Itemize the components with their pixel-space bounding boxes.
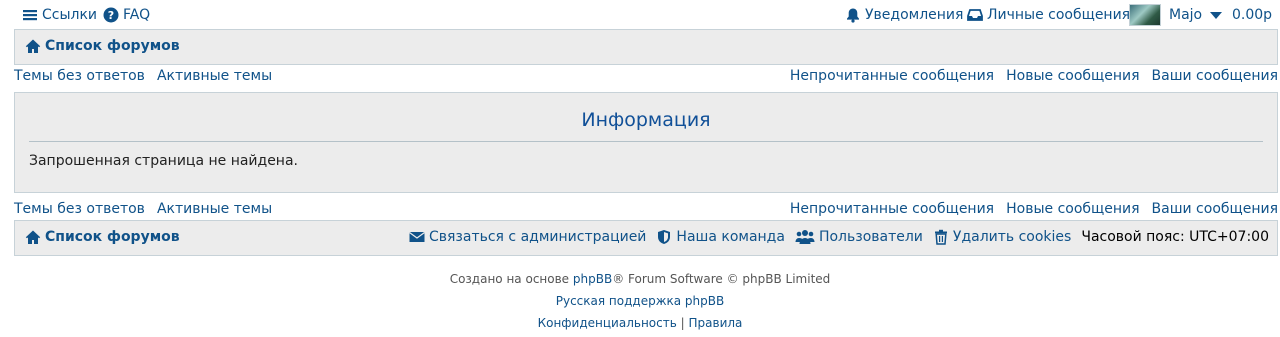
timezone-label: Часовой пояс:	[1081, 229, 1185, 245]
footer-navbar: Список форумов Связаться с администрацие…	[14, 220, 1278, 256]
question-circle-icon: ?	[103, 7, 119, 23]
support-line: Русская поддержка phpBB	[0, 294, 1280, 308]
footer-home-label: Список форумов	[45, 229, 180, 245]
breadcrumb-bar: Список форумов	[14, 29, 1278, 65]
info-title: Информация	[29, 109, 1263, 142]
hamburger-icon	[22, 7, 38, 23]
username: Majo	[1169, 7, 1203, 23]
balance-value: 0.00р	[1232, 7, 1273, 23]
members-link[interactable]: Пользователи	[795, 229, 923, 245]
bell-icon	[845, 7, 861, 23]
new-posts-link[interactable]: Новые сообщения	[1006, 201, 1139, 217]
info-panel: Информация Запрошенная страница не найде…	[14, 92, 1278, 193]
notifications-label: Уведомления	[865, 7, 964, 23]
user-balance: 0.00р	[1232, 6, 1272, 24]
private-messages-label: Личные сообщения	[987, 7, 1131, 23]
home-icon	[25, 38, 41, 54]
active-topics-link[interactable]: Активные темы	[157, 68, 272, 84]
copyright-suffix: ® Forum Software © phpBB Limited	[612, 272, 831, 286]
timezone-info: Часовой пояс: UTC+07:00	[1081, 229, 1269, 245]
timezone-value: UTC+07:00	[1189, 229, 1269, 245]
user-menu[interactable]: Majo	[1129, 3, 1223, 27]
your-posts-link[interactable]: Ваши сообщения	[1152, 201, 1278, 217]
home-icon	[25, 229, 41, 245]
users-icon	[795, 229, 815, 245]
members-label: Пользователи	[818, 229, 923, 245]
info-message: Запрошенная страница не найдена.	[29, 153, 298, 169]
unanswered-topics-link[interactable]: Темы без ответов	[14, 68, 145, 84]
faq-label: FAQ	[123, 7, 151, 23]
team-link[interactable]: Наша команда	[656, 229, 785, 245]
legal-line: Конфиденциальность | Правила	[0, 316, 1280, 330]
faq-link[interactable]: ? FAQ	[103, 6, 150, 24]
phpbb-link[interactable]: phpBB	[573, 272, 612, 286]
breadcrumb-home-label: Список форумов	[45, 38, 180, 54]
quick-links-menu[interactable]: Ссылки	[22, 6, 97, 24]
unanswered-topics-link[interactable]: Темы без ответов	[14, 201, 145, 217]
avatar	[1129, 4, 1161, 26]
notifications-link[interactable]: Уведомления	[845, 6, 963, 24]
delete-cookies-label: Удалить cookies	[952, 229, 1072, 245]
trash-icon	[933, 229, 949, 245]
delete-cookies-link[interactable]: Удалить cookies	[933, 229, 1071, 245]
separator: |	[680, 316, 685, 330]
team-label: Наша команда	[676, 229, 785, 245]
your-posts-link[interactable]: Ваши сообщения	[1152, 68, 1278, 84]
unread-posts-link[interactable]: Непрочитанные сообщения	[790, 68, 994, 84]
top-navbar: Ссылки ? FAQ Уведомления Личные сообщени…	[0, 0, 1280, 30]
svg-text:?: ?	[108, 9, 114, 22]
envelope-icon	[409, 229, 425, 245]
quick-links-row-top: Темы без ответов Активные темы Непрочита…	[14, 68, 1278, 88]
terms-link[interactable]: Правила	[689, 316, 743, 330]
russian-support-link[interactable]: Русская поддержка phpBB	[556, 294, 724, 308]
contact-admin-link[interactable]: Связаться с администрацией	[409, 229, 646, 245]
active-topics-link[interactable]: Активные темы	[157, 201, 272, 217]
copyright-line: Создано на основе phpBB® Forum Software …	[0, 272, 1280, 286]
unread-posts-link[interactable]: Непрочитанные сообщения	[790, 201, 994, 217]
footer-home-link[interactable]: Список форумов	[25, 229, 180, 245]
private-messages-link[interactable]: Личные сообщения	[967, 6, 1130, 24]
copyright-prefix: Создано на основе	[449, 272, 570, 286]
contact-admin-label: Связаться с администрацией	[428, 229, 647, 245]
shield-icon	[656, 229, 672, 245]
chevron-down-icon	[1210, 11, 1223, 19]
quick-links-row-bottom: Темы без ответов Активные темы Непрочита…	[14, 201, 1278, 221]
inbox-icon	[967, 7, 983, 23]
quick-links-label: Ссылки	[42, 7, 98, 23]
new-posts-link[interactable]: Новые сообщения	[1006, 68, 1139, 84]
privacy-link[interactable]: Конфиденциальность	[538, 316, 677, 330]
breadcrumb-home-link[interactable]: Список форумов	[25, 38, 180, 54]
